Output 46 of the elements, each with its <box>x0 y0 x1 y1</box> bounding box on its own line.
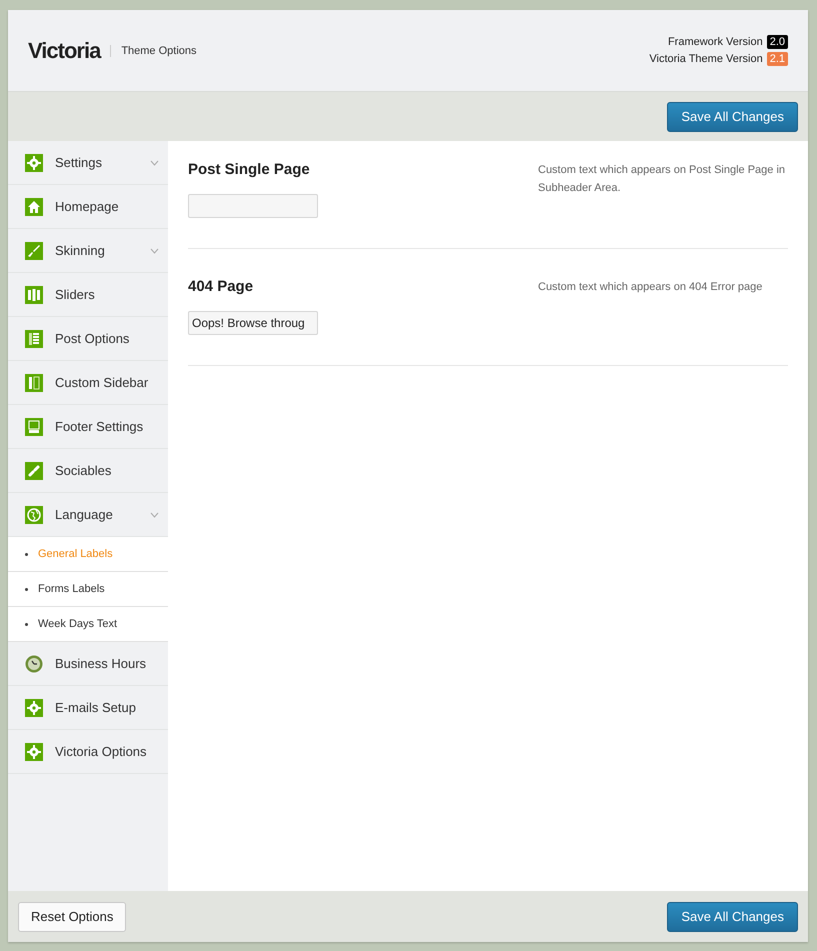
columns-icon <box>25 374 43 392</box>
sidebar-item[interactable]: Business Hours <box>8 642 168 686</box>
option-title: 404 Page <box>188 278 254 295</box>
sidebar-item[interactable]: Sliders <box>8 273 168 317</box>
text-field[interactable]: Oops! Browse throug <box>188 311 318 335</box>
sidebar-item[interactable]: Settings <box>8 141 168 185</box>
gear-icon <box>25 742 43 760</box>
sidebar-item[interactable]: Footer Settings <box>8 405 168 449</box>
slider-frames-icon <box>25 286 43 304</box>
sidebar-item[interactable]: Language <box>8 493 168 537</box>
clock-icon <box>25 654 43 672</box>
caret-icon <box>150 160 159 166</box>
sidebar-item[interactable]: Victoria Options <box>8 730 168 774</box>
version-label: Framework Version <box>668 36 763 48</box>
option-description: Custom text which appears on Post Single Page in Subheader Area. <box>538 163 786 196</box>
option-title: Post Single Page <box>188 161 311 178</box>
gear-icon <box>25 154 43 172</box>
version-badge: 2.0 <box>766 35 788 49</box>
submenu-item[interactable]: Forms Labels <box>8 572 168 607</box>
option-description: Custom text which appears on 404 Error page <box>538 280 764 295</box>
caret-icon <box>150 248 159 254</box>
sidebar-item[interactable]: E-mails Setup <box>8 686 168 730</box>
sidebar-item[interactable]: Sociables <box>8 449 168 493</box>
brush-icon <box>25 242 43 260</box>
house-icon <box>25 198 43 216</box>
save-button[interactable]: Save All Changes <box>667 102 798 132</box>
sidebar-item[interactable]: Post Options <box>8 317 168 361</box>
text-field[interactable] <box>188 194 318 218</box>
site-title: Victoria <box>28 38 100 64</box>
gear-icon <box>25 698 43 716</box>
sidebar-item[interactable]: Skinning <box>8 229 168 273</box>
bullet-icon <box>25 588 28 590</box>
page-subtitle: Theme Options <box>110 44 197 56</box>
reset-button[interactable]: Reset Options <box>18 902 126 932</box>
monitor-icon <box>25 418 43 436</box>
caret-icon <box>150 512 159 518</box>
sidebar-item[interactable]: Custom Sidebar <box>8 361 168 405</box>
sidebar-item[interactable]: Homepage <box>8 185 168 229</box>
document-icon <box>25 330 43 348</box>
submenu-item[interactable]: Week Days Text <box>8 607 168 642</box>
bullet-icon <box>25 552 28 556</box>
save-button[interactable]: Save All Changes <box>667 902 798 932</box>
version-label: Victoria Theme Version <box>649 53 763 65</box>
version-badge: 2.1 <box>766 52 788 66</box>
globe-icon <box>25 506 43 524</box>
bullet-icon <box>25 622 28 626</box>
